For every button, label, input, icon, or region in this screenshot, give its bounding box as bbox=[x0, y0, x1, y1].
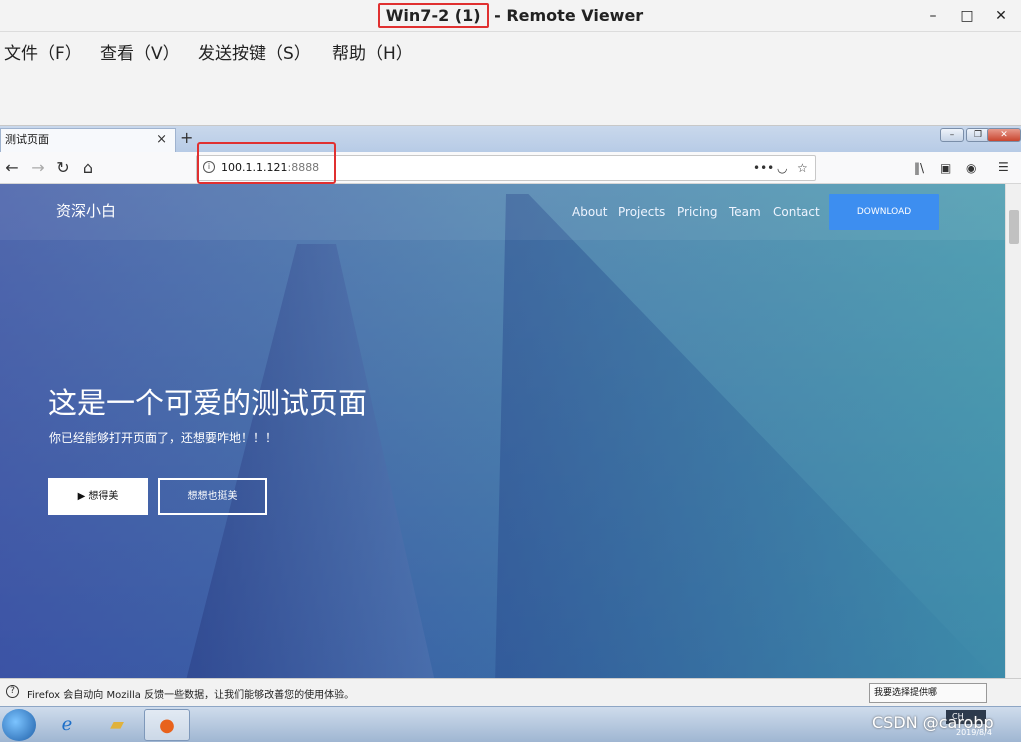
nav-projects[interactable]: Projects bbox=[618, 205, 665, 219]
tower-image-right bbox=[494, 194, 1005, 678]
close-button[interactable]: ✕ bbox=[984, 4, 1018, 28]
firefox-icon[interactable]: ● bbox=[144, 709, 190, 741]
menu-file[interactable]: 文件（F） bbox=[4, 39, 82, 64]
viewer-menubar: 文件（F） 查看（V） 发送按键（S） 帮助（H） bbox=[0, 32, 1021, 66]
library-icon[interactable]: ‖\ bbox=[914, 161, 924, 175]
notification-message: Firefox 会自动向 Mozilla 反馈一些数据，让我们能够改善您的使用体… bbox=[27, 690, 355, 701]
site-brand[interactable]: 资深小白 bbox=[56, 200, 116, 221]
secondary-cta-button[interactable]: 想想也挺美 bbox=[158, 478, 267, 515]
forward-arrow-icon[interactable]: → bbox=[26, 156, 50, 180]
viewer-titlebar: Win7-2 (1) - Remote Viewer – □ ✕ bbox=[0, 0, 1021, 32]
browser-tab[interactable]: 测试页面 × bbox=[0, 128, 176, 152]
window-title-rest: - Remote Viewer bbox=[488, 6, 644, 25]
maximize-button[interactable]: □ bbox=[950, 4, 984, 28]
hero-title: 这是一个可爱的测试页面 bbox=[48, 386, 368, 420]
bookmark-star-icon[interactable]: ☆ bbox=[797, 161, 808, 175]
tab-title: 测试页面 bbox=[5, 133, 49, 146]
menu-icon[interactable]: ☰ bbox=[998, 160, 1009, 174]
back-arrow-icon[interactable]: ← bbox=[0, 156, 24, 180]
download-button[interactable]: DOWNLOAD bbox=[829, 194, 939, 230]
primary-cta-button[interactable]: ▶ 想得美 bbox=[48, 478, 148, 515]
explorer-folder-icon[interactable]: ▰ bbox=[94, 709, 140, 741]
window-title: Win7-2 (1) - Remote Viewer bbox=[0, 0, 1021, 32]
home-icon[interactable]: ⌂ bbox=[76, 156, 100, 180]
hero-subtitle: 你已经能够打开页面了，还想要咋地！！！ bbox=[49, 431, 278, 445]
browser-close-button[interactable]: ✕ bbox=[987, 128, 1021, 142]
browser-tabbar: 测试页面 × + – ❐ ✕ bbox=[0, 126, 1021, 152]
nav-team[interactable]: Team bbox=[729, 205, 761, 219]
account-icon[interactable]: ◉ bbox=[966, 161, 976, 175]
window-title-highlight: Win7-2 (1) bbox=[377, 3, 489, 28]
taskbar: ℯ ▰ ● CH CSDN @carobp 2019/8/4 bbox=[0, 706, 1021, 742]
pocket-icon[interactable]: ◡ bbox=[777, 161, 787, 175]
tower-image-left bbox=[180, 244, 440, 678]
viewer-toolbar-area bbox=[0, 66, 1021, 126]
more-actions-icon[interactable]: ••• bbox=[753, 161, 774, 175]
start-button[interactable] bbox=[2, 709, 36, 741]
menu-help[interactable]: 帮助（H） bbox=[332, 39, 413, 64]
minimize-button[interactable]: – bbox=[916, 4, 950, 28]
menu-view[interactable]: 查看（V） bbox=[100, 39, 180, 64]
ie-icon[interactable]: ℯ bbox=[44, 709, 90, 741]
sidebar-icon[interactable]: ▣ bbox=[940, 161, 951, 175]
web-page: 资深小白 About Projects Pricing Team Contact… bbox=[0, 184, 1005, 678]
nav-contact[interactable]: Contact bbox=[773, 205, 820, 219]
help-icon: ? bbox=[6, 685, 19, 698]
choose-data-button[interactable]: 我要选择提供哪 bbox=[869, 683, 987, 703]
nav-pricing[interactable]: Pricing bbox=[677, 205, 717, 219]
browser-navbar: ← → ↻ ⌂ i 100.1.1.121:8888 ••• ◡ ☆ ‖\ ▣ … bbox=[0, 152, 1021, 184]
reload-icon[interactable]: ↻ bbox=[51, 156, 75, 180]
new-tab-button[interactable]: + bbox=[180, 128, 193, 147]
scrollbar-thumb[interactable] bbox=[1009, 210, 1019, 244]
page-scrollbar[interactable] bbox=[1005, 184, 1021, 678]
menu-send-keys[interactable]: 发送按键（S） bbox=[198, 39, 311, 64]
guest-display[interactable]: 测试页面 × + – ❐ ✕ ← → ↻ ⌂ i 100.1.1.121:888… bbox=[0, 126, 1021, 742]
nav-about[interactable]: About bbox=[572, 205, 607, 219]
tab-close-icon[interactable]: × bbox=[156, 129, 167, 151]
url-highlight-box bbox=[197, 142, 336, 184]
clock-date[interactable]: 2019/8/4 bbox=[956, 728, 992, 737]
browser-minimize-button[interactable]: – bbox=[940, 128, 964, 142]
notification-bar: ? Firefox 会自动向 Mozilla 反馈一些数据，让我们能够改善您的使… bbox=[0, 678, 1021, 706]
